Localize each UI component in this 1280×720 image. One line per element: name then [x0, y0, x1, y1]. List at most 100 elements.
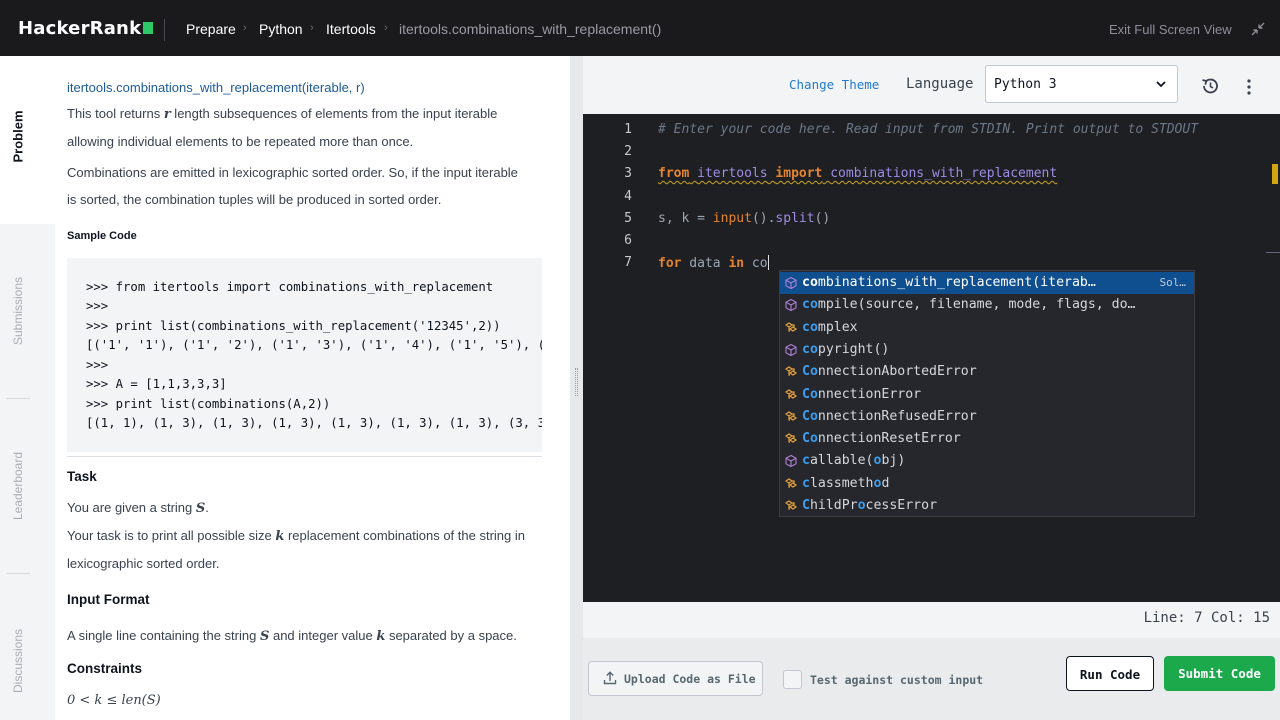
autocomplete-item-label: ConnectionRefusedError	[802, 408, 977, 424]
class-icon	[784, 432, 798, 446]
autocomplete-item[interactable]: ChildProcessError	[780, 495, 1194, 517]
autocomplete-item-label: complex	[802, 319, 858, 335]
overview-ruler-cursor	[1266, 252, 1280, 253]
code-line: [('1', '1'), ('1', '2'), ('1', '3'), ('1…	[86, 338, 542, 352]
change-theme-link[interactable]: Change Theme	[789, 77, 879, 92]
overview-ruler-warning	[1272, 164, 1278, 184]
cube-icon	[784, 343, 798, 357]
function-signature-title: itertools.combinations_with_replacement(…	[67, 80, 365, 95]
code-line: [(1, 1), (1, 3), (1, 3), (1, 3), (1, 3),…	[86, 416, 542, 430]
language-select[interactable]: Python 3	[985, 65, 1178, 103]
autocomplete-item-label: compile(source, filename, mode, flags, d…	[802, 297, 1136, 313]
line-number: 5	[624, 211, 632, 226]
autocomplete-item-label: ChildProcessError	[802, 498, 938, 513]
input-format-heading: Input Format	[67, 592, 150, 607]
autocomplete-item-label: copyright()	[802, 341, 890, 357]
sample-code-heading: Sample Code	[67, 230, 137, 242]
constraints-heading: Constraints	[67, 661, 143, 676]
autocomplete-item[interactable]: ConnectionAbortedError	[780, 361, 1194, 383]
cube-icon	[784, 298, 798, 312]
autocomplete-item[interactable]: copyright()	[780, 339, 1194, 361]
custom-input-checkbox[interactable]	[783, 670, 802, 689]
side-tabs: Problem Submissions Leaderboard Discussi…	[0, 56, 55, 720]
action-bar: Upload Code as File Test against custom …	[583, 638, 1280, 720]
autocomplete-item-label: ConnectionResetError	[802, 431, 961, 447]
autocomplete-item[interactable]: compile(source, filename, mode, flags, d…	[780, 294, 1194, 316]
breadcrumb-python[interactable]: Python	[259, 21, 303, 37]
sorted-paragraph: Combinations are emitted in lexicographi…	[67, 165, 518, 207]
line-number: 2	[624, 144, 632, 159]
section-divider	[67, 456, 542, 457]
upload-icon	[603, 671, 617, 685]
chevron-right-icon: ›	[384, 22, 388, 34]
collapse-icon[interactable]	[1251, 22, 1265, 36]
breadcrumb-prepare[interactable]: Prepare	[186, 21, 236, 37]
class-icon	[784, 410, 798, 424]
class-icon	[784, 477, 798, 491]
panel-resize-handle[interactable]	[570, 56, 583, 720]
code-line: >>> print list(combinations_with_replace…	[86, 319, 501, 333]
hackerrank-logo[interactable]: HackerRank	[18, 18, 154, 39]
code-line-comment: # Enter your code here. Read input from …	[658, 122, 1199, 137]
line-number: 7	[624, 255, 632, 270]
code-line: >>>	[86, 299, 116, 313]
line-number: 3	[624, 166, 632, 181]
tab-submissions[interactable]: Submissions	[0, 276, 36, 346]
exit-fullscreen-link[interactable]: Exit Full Screen View	[1109, 22, 1232, 37]
problem-panel: itertools.combinations_with_replacement(…	[55, 56, 570, 720]
tab-divider	[6, 573, 30, 574]
autocomplete-dropdown: combinations_with_replacement(iterab… Sol…	[779, 270, 1195, 517]
autocomplete-item[interactable]: ConnectionResetError	[780, 428, 1194, 450]
tab-leaderboard[interactable]: Leaderboard	[0, 451, 36, 521]
autocomplete-item[interactable]: callable(obj)	[780, 450, 1194, 472]
constraint-formula: 0 < k ≤ len(S)	[67, 693, 161, 708]
language-label: Language	[906, 76, 974, 92]
autocomplete-item[interactable]: classmethod	[780, 473, 1194, 495]
cube-icon	[784, 276, 798, 290]
tab-discussions[interactable]: Discussions	[0, 626, 36, 696]
autocomplete-item[interactable]: combinations_with_replacement(iterab… Sol…	[780, 272, 1194, 294]
code-line: >>>	[86, 358, 116, 372]
upload-code-button[interactable]: Upload Code as File	[588, 661, 763, 696]
text-cursor	[767, 255, 769, 270]
restore-history-icon[interactable]	[1200, 76, 1220, 96]
autocomplete-item[interactable]: ConnectionRefusedError	[780, 406, 1194, 428]
class-icon	[784, 499, 798, 513]
class-icon	[784, 321, 798, 335]
breadcrumb-itertools[interactable]: Itertools	[326, 21, 376, 37]
top-navbar: HackerRank Prepare › Python › Itertools …	[0, 0, 1280, 58]
task-paragraph: You are given a string S. Your task is t…	[67, 500, 525, 571]
line-number: 1	[624, 122, 632, 137]
tab-problem[interactable]: Problem	[0, 106, 36, 166]
autocomplete-item[interactable]: ConnectionError	[780, 384, 1194, 406]
run-code-button[interactable]: Run Code	[1066, 656, 1154, 691]
more-options-icon[interactable]	[1244, 77, 1254, 97]
code-editor[interactable]: 1 2 3 4 5 6 7 # Enter your code here. Re…	[583, 114, 1280, 602]
sample-code-block: >>> from itertools import combinations_w…	[67, 258, 542, 452]
submit-code-button[interactable]: Submit Code	[1164, 656, 1275, 691]
breadcrumb-current: itertools.combinations_with_replacement(…	[399, 21, 662, 37]
autocomplete-item-label: callable(obj)	[802, 453, 906, 469]
code-line: >>> A = [1,1,3,3,3]	[86, 377, 227, 391]
nav-divider	[164, 19, 165, 41]
custom-input-label[interactable]: Test against custom input	[810, 673, 983, 687]
editor-panel: Change Theme Language Python 3 1 2 3 4 5…	[583, 56, 1280, 720]
intro-paragraph: This tool returns r length subsequences …	[67, 106, 498, 149]
editor-toolbar: Change Theme Language Python 3	[583, 56, 1280, 114]
upload-label: Upload Code as File	[624, 672, 756, 686]
autocomplete-item[interactable]: complex	[780, 317, 1194, 339]
class-icon	[784, 365, 798, 379]
input-format-paragraph: A single line containing the string S an…	[67, 628, 517, 644]
chevron-right-icon: ›	[310, 22, 314, 34]
autocomplete-item-label: combinations_with_replacement(iterab…	[802, 275, 1096, 290]
code-line: >>> print list(combinations(A,2))	[86, 397, 331, 411]
line-number: 4	[624, 189, 632, 204]
language-value: Python 3	[994, 77, 1057, 92]
code-line-import: from itertools import combinations_with_…	[658, 166, 1058, 181]
chevron-down-icon	[1156, 81, 1166, 88]
code-line-for: for data in co	[658, 255, 769, 271]
grip-icon	[575, 368, 578, 396]
autocomplete-item-label: ConnectionError	[802, 386, 922, 402]
chevron-right-icon: ›	[243, 22, 247, 34]
autocomplete-item-label: classmethod	[802, 475, 890, 491]
